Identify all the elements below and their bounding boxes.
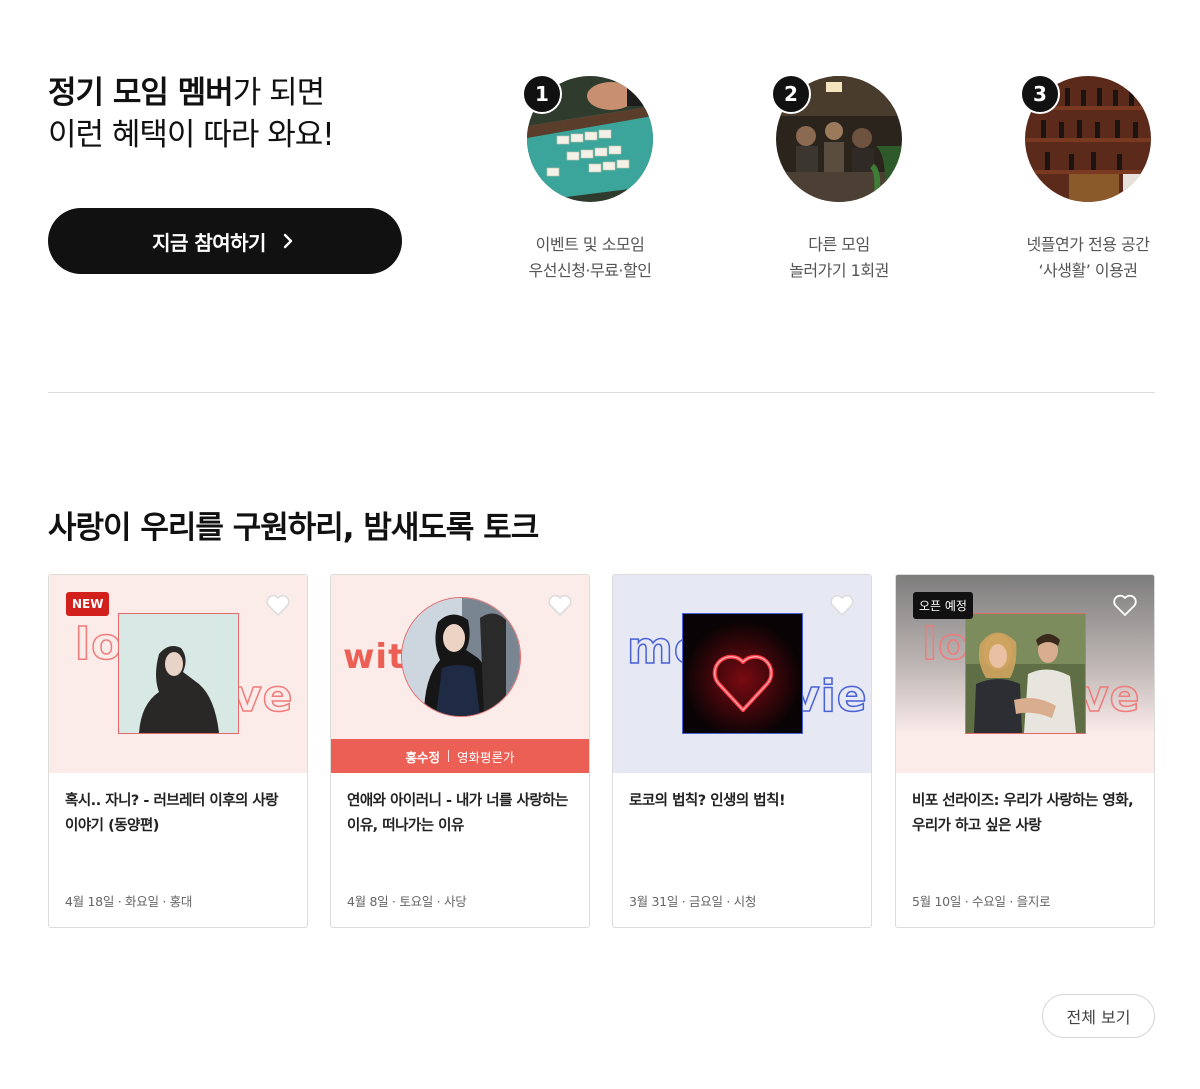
decor-word-right: ve <box>1079 670 1141 723</box>
event-card[interactable]: with 홍수정 영화평론가 연애와 아이러니 - 내가 너를 사랑하는 이유,… <box>330 574 590 928</box>
host-role: 영화평론가 <box>457 749 515 765</box>
perk-caption: 이벤트 및 소모임 우선신청·무료·할인 <box>470 232 710 284</box>
join-now-label: 지금 참여하기 <box>152 230 266 255</box>
event-card[interactable]: mo vie 로코의 법칙? 인생의 법칙! 3월 31일 · 금요일 · 시청 <box>612 574 872 928</box>
event-card[interactable]: 오픈 예정 lo ve 비포 선라이즈: 우리가 사랑하는 영화, 우리가 하고… <box>895 574 1155 928</box>
card-photo <box>118 613 239 734</box>
card-meta: 3월 31일 · 금요일 · 시청 <box>629 894 757 909</box>
new-badge: NEW <box>66 592 110 616</box>
benefits-section: 정기 모임 멤버가 되면 이런 혜택이 따라 와요! 지금 참여하기 1 이벤트… <box>0 0 1200 394</box>
decor-word-right: ve <box>232 670 294 723</box>
perk-caption: 다른 모임 놀러가기 1회권 <box>719 232 959 284</box>
card-thumbnail: 오픈 예정 lo ve <box>896 575 1154 773</box>
heart-icon[interactable] <box>829 593 855 617</box>
perk-item: 1 이벤트 및 소모임 우선신청·무료·할인 <box>470 74 710 284</box>
card-photo <box>965 613 1086 734</box>
perk-caption-line2: 우선신청·무료·할인 <box>528 261 652 280</box>
chevron-right-icon <box>283 233 293 249</box>
card-thumbnail: NEW lo ve <box>49 575 307 773</box>
decor-word-left: lo <box>74 618 123 671</box>
benefits-heading-line2: 이런 혜택이 따라 와요! <box>48 117 335 153</box>
heart-icon[interactable] <box>1112 593 1138 617</box>
coming-soon-badge: 오픈 예정 <box>913 592 973 619</box>
card-thumbnail: mo vie <box>613 575 871 773</box>
benefits-heading: 정기 모임 멤버가 되면 이런 혜택이 따라 와요! <box>48 72 335 156</box>
perk-caption-line1: 다른 모임 <box>808 235 870 254</box>
card-photo <box>682 613 803 734</box>
perk-caption-line2: ‘사생활’ 이용권 <box>1038 261 1138 280</box>
perk-caption-line1: 이벤트 및 소모임 <box>535 235 645 254</box>
host-bar: 홍수정 영화평론가 <box>331 739 589 773</box>
host-separator <box>448 750 449 762</box>
card-meta: 4월 8일 · 토요일 · 사당 <box>347 894 467 909</box>
host-name: 홍수정 <box>405 749 440 765</box>
benefits-heading-rest: 가 되면 <box>232 75 325 111</box>
card-meta: 4월 18일 · 화요일 · 홍대 <box>65 894 193 909</box>
perk-number: 2 <box>771 74 811 114</box>
perk-number: 1 <box>522 74 562 114</box>
card-title: 연애와 아이러니 - 내가 너를 사랑하는 이유, 떠나가는 이유 <box>347 793 568 834</box>
benefits-heading-bold: 정기 모임 멤버 <box>48 75 234 111</box>
card-title: 혹시.. 자니? - 러브레터 이후의 사랑 이야기 (동양편) <box>65 793 279 834</box>
perk-item: 2 다른 모임 놀러가기 1회권 <box>719 74 959 284</box>
join-now-button[interactable]: 지금 참여하기 <box>48 208 402 274</box>
host-photo <box>401 597 521 717</box>
card-title: 비포 선라이즈: 우리가 사랑하는 영화, 우리가 하고 싶은 사랑 <box>912 793 1134 834</box>
perk-caption-line2: 놀러가기 1회권 <box>789 261 889 280</box>
perk-caption: 넷플연가 전용 공간 ‘사생활’ 이용권 <box>968 232 1200 284</box>
perk-caption-line1: 넷플연가 전용 공간 <box>1026 235 1150 254</box>
card-title: 로코의 법칙? 인생의 법칙! <box>629 793 786 809</box>
see-all-button[interactable]: 전체 보기 <box>1042 994 1155 1038</box>
perk-number: 3 <box>1020 74 1060 114</box>
section-divider <box>48 392 1155 393</box>
card-thumbnail: with 홍수정 영화평론가 <box>331 575 589 773</box>
decor-word-left: lo <box>921 618 970 671</box>
section-title: 사랑이 우리를 구원하리, 밤새도록 토크 <box>48 510 539 546</box>
heart-icon[interactable] <box>265 593 291 617</box>
card-meta: 5월 10일 · 수요일 · 을지로 <box>912 894 1051 909</box>
perk-item: 3 넷플연가 전용 공간 ‘사생활’ 이용권 <box>968 74 1200 284</box>
heart-icon[interactable] <box>547 593 573 617</box>
event-card[interactable]: NEW lo ve 혹시.. 자니? - 러브레터 이후의 사랑 이야기 (동양… <box>48 574 308 928</box>
